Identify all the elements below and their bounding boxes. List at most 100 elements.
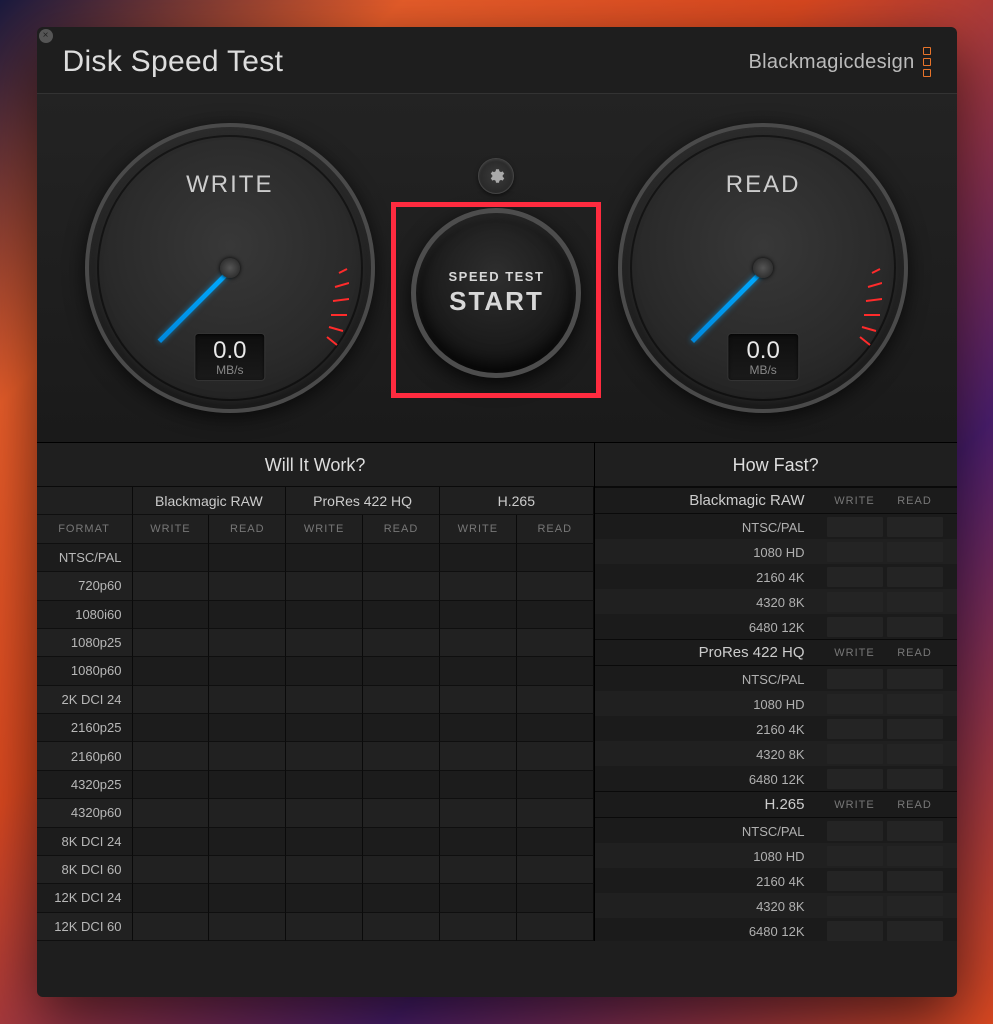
result-cell: [133, 828, 210, 856]
will-title: Will It Work?: [37, 443, 594, 487]
fast-write-header: WRITE: [825, 495, 885, 507]
result-cell: [517, 771, 594, 799]
result-cell: [286, 884, 363, 912]
result-cell: [209, 544, 286, 572]
format-row-label: 2160p60: [37, 742, 133, 770]
how-fast-panel: How Fast? Blackmagic RAW WRITE READ NTSC…: [595, 443, 957, 941]
result-cell: [209, 913, 286, 941]
result-cell: [517, 856, 594, 884]
fast-row-label: NTSC/PAL: [595, 520, 825, 535]
result-cell: [440, 629, 517, 657]
fast-write-cell: [827, 617, 883, 637]
fast-row: NTSC/PAL: [595, 818, 957, 843]
fast-row-label: NTSC/PAL: [595, 672, 825, 687]
result-cell: [363, 629, 440, 657]
fast-write-cell: [827, 769, 883, 789]
result-cell: [286, 913, 363, 941]
fast-read-cell: [887, 542, 943, 562]
fast-read-cell: [887, 821, 943, 841]
fast-row: 2160 4K: [595, 868, 957, 893]
result-cell: [363, 742, 440, 770]
result-cell: [286, 828, 363, 856]
fast-row-label: 4320 8K: [595, 595, 825, 610]
fast-row: 1080 HD: [595, 843, 957, 868]
fast-write-cell: [827, 517, 883, 537]
write-header: WRITE: [286, 515, 363, 543]
fast-group-name: Blackmagic RAW: [595, 492, 825, 509]
result-cell: [517, 828, 594, 856]
read-unit: MB/s: [746, 363, 779, 377]
will-grid: Blackmagic RAWProRes 422 HQH.265FORMATWR…: [37, 487, 594, 941]
result-cell: [440, 714, 517, 742]
fast-row-label: 2160 4K: [595, 722, 825, 737]
close-icon[interactable]: ×: [39, 29, 53, 43]
fast-row: 2160 4K: [595, 716, 957, 741]
brand-dots-icon: [923, 47, 931, 77]
format-row-label: 720p60: [37, 572, 133, 600]
fast-row-label: 6480 12K: [595, 924, 825, 939]
brand-text: Blackmagicdesign: [749, 51, 915, 74]
fast-row: 1080 HD: [595, 539, 957, 564]
result-cell: [133, 686, 210, 714]
fast-row-label: 4320 8K: [595, 899, 825, 914]
gear-icon: [487, 167, 505, 185]
write-unit: MB/s: [213, 363, 246, 377]
fast-read-cell: [887, 617, 943, 637]
result-cell: [286, 771, 363, 799]
result-cell: [209, 686, 286, 714]
fast-write-cell: [827, 694, 883, 714]
format-row-label: 2K DCI 24: [37, 686, 133, 714]
fast-read-cell: [887, 921, 943, 941]
format-row-label: 8K DCI 24: [37, 828, 133, 856]
will-it-work-panel: Will It Work? Blackmagic RAWProRes 422 H…: [37, 443, 595, 941]
fast-row-label: NTSC/PAL: [595, 824, 825, 839]
fast-row: NTSC/PAL: [595, 666, 957, 691]
result-cell: [133, 544, 210, 572]
fast-write-cell: [827, 846, 883, 866]
result-cell: [363, 601, 440, 629]
result-cell: [440, 828, 517, 856]
result-cell: [286, 742, 363, 770]
read-redzone-icon: [842, 267, 882, 347]
blank-cell: [37, 487, 133, 515]
write-header: WRITE: [440, 515, 517, 543]
result-cell: [133, 742, 210, 770]
fast-row-label: 6480 12K: [595, 772, 825, 787]
fast-read-header: READ: [885, 495, 945, 507]
result-cell: [363, 799, 440, 827]
result-cell: [133, 856, 210, 884]
result-cell: [133, 884, 210, 912]
fast-group-name: ProRes 422 HQ: [595, 644, 825, 661]
fast-write-cell: [827, 871, 883, 891]
settings-button[interactable]: [478, 158, 514, 194]
fast-write-cell: [827, 744, 883, 764]
result-cell: [517, 601, 594, 629]
result-cell: [209, 572, 286, 600]
fast-group-header: H.265 WRITE READ: [595, 791, 957, 818]
read-header: READ: [363, 515, 440, 543]
fast-row-label: 1080 HD: [595, 545, 825, 560]
read-gauge: READ 0.0 MB/s: [618, 123, 908, 413]
result-cell: [517, 544, 594, 572]
result-cell: [517, 913, 594, 941]
result-cell: [286, 629, 363, 657]
result-cell: [209, 828, 286, 856]
write-redzone-icon: [309, 267, 349, 347]
start-button[interactable]: SPEED TEST START: [411, 208, 581, 378]
tables-area: Will It Work? Blackmagic RAWProRes 422 H…: [37, 443, 957, 941]
result-cell: [286, 572, 363, 600]
read-value: 0.0: [746, 339, 779, 363]
result-cell: [286, 601, 363, 629]
result-cell: [440, 601, 517, 629]
fast-row-label: 1080 HD: [595, 697, 825, 712]
write-gauge-label: WRITE: [186, 171, 273, 199]
result-cell: [286, 544, 363, 572]
header: Disk Speed Test Blackmagicdesign: [37, 27, 957, 93]
result-cell: [286, 799, 363, 827]
center-controls: SPEED TEST START: [411, 158, 581, 378]
codec-header: H.265: [440, 487, 594, 515]
fast-read-cell: [887, 567, 943, 587]
fast-write-cell: [827, 896, 883, 916]
fast-write-cell: [827, 719, 883, 739]
fast-row: 1080 HD: [595, 691, 957, 716]
